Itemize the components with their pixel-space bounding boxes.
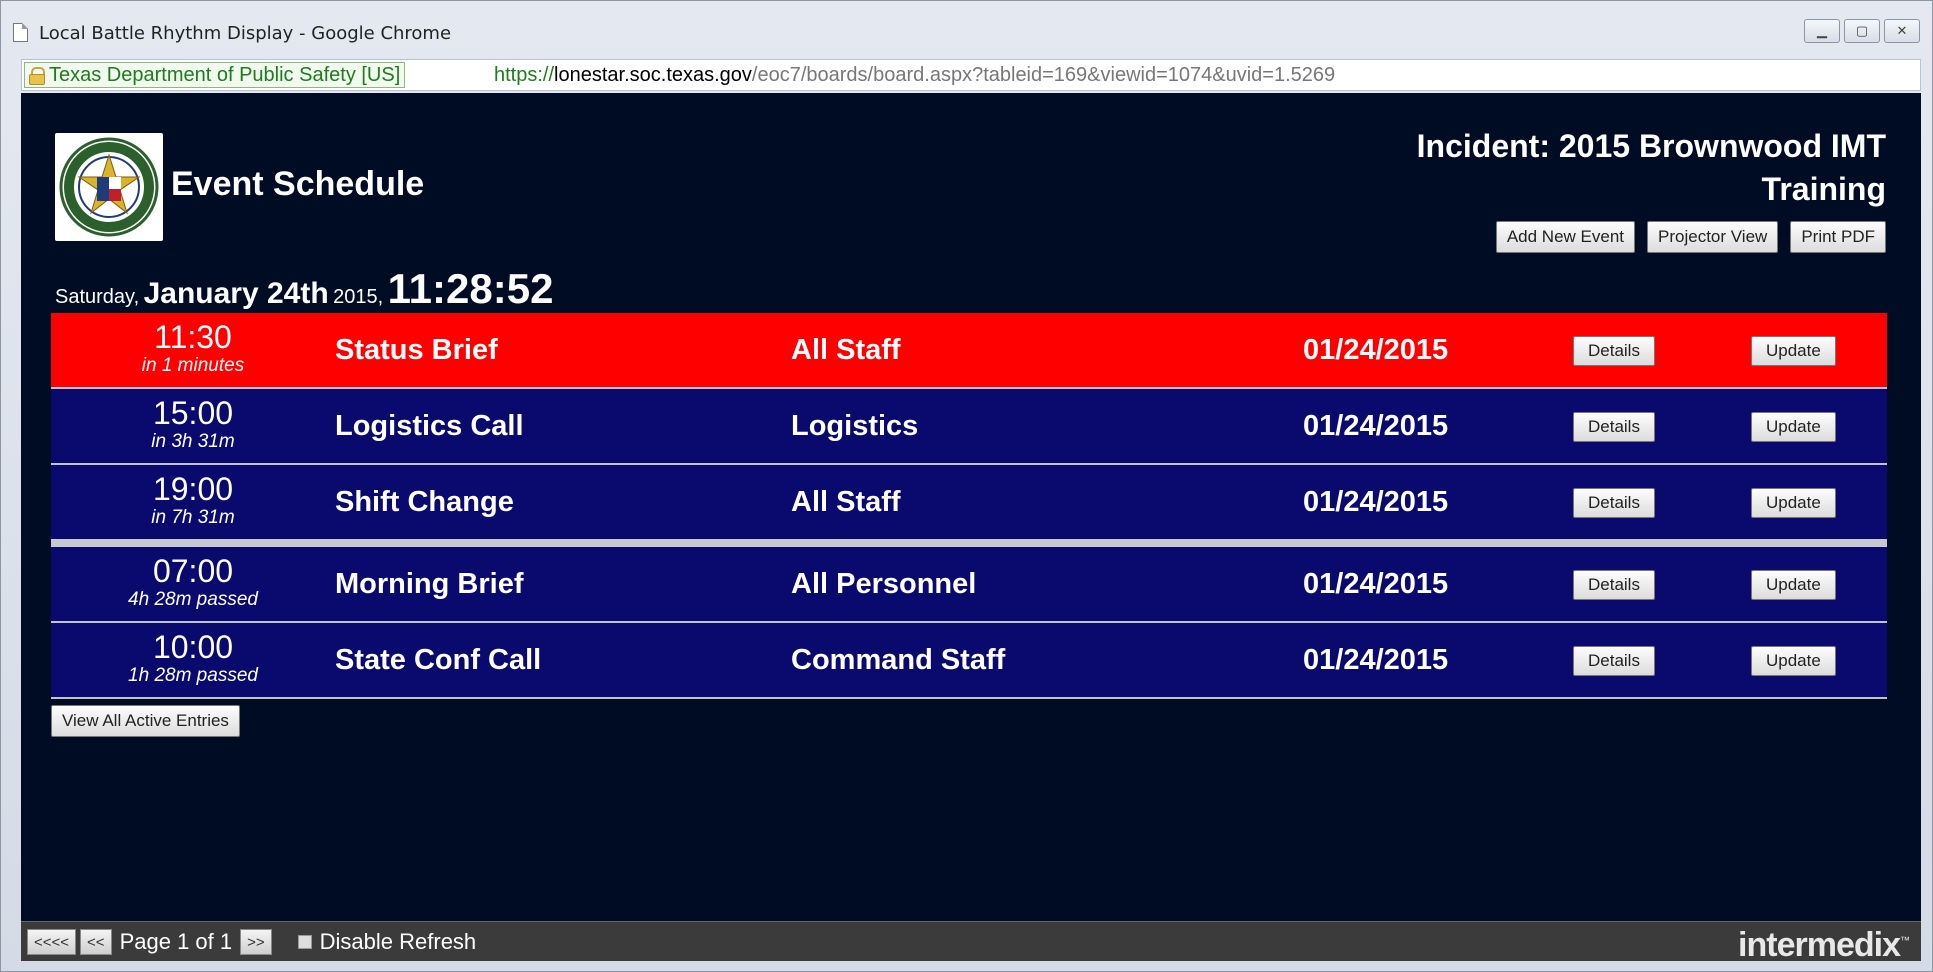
event-time: 07:00 — [152, 553, 234, 589]
event-name: Logistics Call — [335, 410, 524, 442]
update-button[interactable]: Update — [1751, 646, 1836, 676]
update-button[interactable]: Update — [1751, 412, 1836, 442]
event-schedule-table: 11:30 in 1 minutes Status Brief All Staf… — [51, 313, 1887, 699]
event-date: 01/24/2015 — [1303, 644, 1449, 676]
minimize-button[interactable]: ▁ — [1804, 19, 1840, 43]
event-date: 01/24/2015 — [1303, 334, 1449, 366]
time-cell: 11:30 in 1 minutes — [51, 319, 335, 377]
close-button[interactable]: ✕ — [1884, 19, 1920, 43]
table-row: 10:00 1h 28m passed State Conf Call Comm… — [51, 623, 1887, 699]
page-title: Event Schedule — [171, 165, 425, 203]
date: January 24th — [143, 277, 329, 310]
add-new-event-button[interactable]: Add New Event — [1495, 221, 1636, 253]
table-row: 15:00 in 3h 31m Logistics Call Logistics… — [51, 389, 1887, 465]
address-bar[interactable]: Texas Department of Public Safety [US] h… — [21, 59, 1921, 91]
maximize-button[interactable]: ▢ — [1844, 19, 1880, 43]
time-cell: 15:00 in 3h 31m — [51, 395, 335, 453]
event-date: 01/24/2015 — [1303, 568, 1449, 600]
clock-time: 11:28:52 — [387, 265, 554, 312]
page-indicator: Page 1 of 1 — [119, 929, 233, 954]
table-row: 11:30 in 1 minutes Status Brief All Staf… — [51, 313, 1887, 389]
minimize-icon: ▁ — [1817, 23, 1827, 38]
current-datetime: Saturday, January 24th 2015, 11:28:52 — [55, 265, 553, 313]
event-time: 10:00 — [152, 629, 234, 665]
page-viewport: Event Schedule Incident: 2015 Brownwood … — [21, 93, 1921, 961]
url-host: lonestar.soc.texas.gov — [554, 64, 752, 86]
disable-refresh-checkbox[interactable] — [297, 935, 312, 949]
relative-time: in 1 minutes — [141, 355, 245, 376]
event-time: 15:00 — [152, 395, 234, 431]
intermedix-logo: intermedix™ — [1738, 926, 1910, 961]
event-group: Logistics — [791, 410, 919, 442]
event-name: Morning Brief — [335, 568, 524, 600]
first-page-button[interactable]: <<<< — [27, 929, 77, 955]
trademark-mark: ™ — [1900, 935, 1910, 947]
table-row: 19:00 in 7h 31m Shift Change All Staff 0… — [51, 465, 1887, 547]
disable-refresh-label: Disable Refresh — [319, 929, 477, 954]
projector-view-button[interactable]: Projector View — [1647, 221, 1779, 253]
details-button[interactable]: Details — [1573, 336, 1655, 366]
event-group: Command Staff — [791, 644, 1006, 676]
event-name: Shift Change — [335, 486, 514, 518]
event-group: All Staff — [791, 334, 901, 366]
security-label: Texas Department of Public Safety [US] — [49, 63, 401, 86]
event-name: State Conf Call — [335, 644, 542, 676]
update-button[interactable]: Update — [1751, 488, 1836, 518]
logo — [55, 133, 163, 241]
event-group: All Personnel — [791, 568, 977, 600]
seal-icon — [59, 137, 159, 237]
details-button[interactable]: Details — [1573, 412, 1655, 442]
disable-refresh-toggle[interactable]: Disable Refresh — [297, 929, 477, 955]
prev-page-button[interactable]: << — [80, 929, 112, 955]
update-button[interactable]: Update — [1751, 336, 1836, 366]
print-pdf-button[interactable]: Print PDF — [1790, 221, 1886, 253]
time-cell: 19:00 in 7h 31m — [51, 471, 335, 529]
relative-time: 4h 28m passed — [128, 589, 258, 610]
next-page-button[interactable]: >> — [240, 929, 272, 955]
browser-window: Local Battle Rhythm Display - Google Chr… — [0, 0, 1933, 972]
relative-time: in 7h 31m — [151, 507, 235, 528]
lock-icon — [29, 67, 45, 85]
event-group: All Staff — [791, 486, 901, 518]
maximize-icon: ▢ — [1855, 23, 1869, 38]
title-bar: Local Battle Rhythm Display - Google Chr… — [1, 1, 1932, 61]
footer-bar: <<<< << Page 1 of 1 >> Disable Refresh i… — [21, 921, 1921, 961]
pagination: <<<< << Page 1 of 1 >> Disable Refresh — [27, 929, 476, 955]
update-button[interactable]: Update — [1751, 570, 1836, 600]
view-all-entries-button[interactable]: View All Active Entries — [51, 705, 240, 737]
url-text[interactable]: https://lonestar.soc.texas.gov/eoc7/boar… — [494, 64, 1335, 87]
incident-line-2: Training — [1761, 171, 1886, 207]
relative-time: 1h 28m passed — [128, 665, 258, 686]
url-path: /eoc7/boards/board.aspx?tableid=169&view… — [751, 64, 1336, 86]
event-date: 01/24/2015 — [1303, 410, 1449, 442]
year: 2015, — [333, 286, 384, 308]
time-cell: 10:00 1h 28m passed — [51, 629, 335, 687]
url-scheme: https:// — [494, 64, 555, 86]
close-icon: ✕ — [1896, 23, 1908, 38]
details-button[interactable]: Details — [1573, 646, 1655, 676]
time-cell: 07:00 4h 28m passed — [51, 553, 335, 611]
table-row: 07:00 4h 28m passed Morning Brief All Pe… — [51, 547, 1887, 623]
relative-time: in 3h 31m — [151, 431, 235, 452]
toolbar: Add New Event Projector View Print PDF — [1495, 221, 1886, 253]
event-time: 19:00 — [152, 471, 234, 507]
event-time: 11:30 — [154, 319, 232, 355]
details-button[interactable]: Details — [1573, 488, 1655, 518]
brand-name: intermedix — [1738, 926, 1901, 961]
event-date: 01/24/2015 — [1303, 486, 1449, 518]
weekday: Saturday, — [55, 286, 140, 308]
event-name: Status Brief — [335, 334, 498, 366]
page-icon — [13, 23, 28, 42]
details-button[interactable]: Details — [1573, 570, 1655, 600]
security-indicator[interactable]: Texas Department of Public Safety [US] — [24, 62, 406, 88]
incident-title: Incident: 2015 Brownwood IMT Training — [1286, 125, 1886, 211]
window-controls: ▁ ▢ ✕ — [1804, 19, 1920, 43]
incident-line-1: Incident: 2015 Brownwood IMT — [1416, 128, 1886, 164]
window-title: Local Battle Rhythm Display - Google Chr… — [39, 23, 452, 44]
